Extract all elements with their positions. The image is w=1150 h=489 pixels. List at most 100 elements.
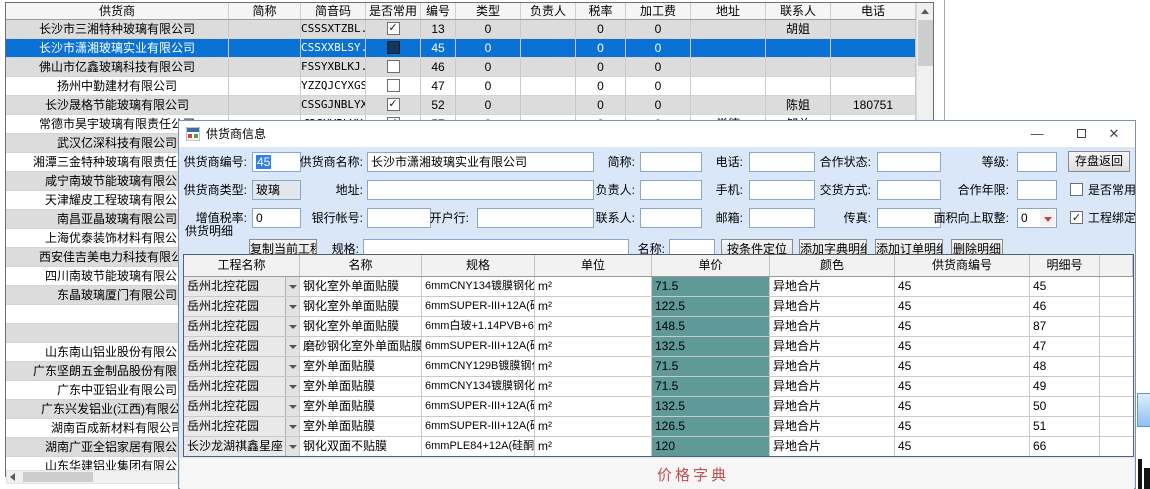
column-header[interactable]: 类型	[456, 3, 521, 19]
common-checkbox[interactable]: ✓	[387, 22, 400, 35]
address-input[interactable]	[367, 180, 594, 200]
detail-cell[interactable]: 岳州北控花园	[184, 317, 300, 336]
detail-cell: 47	[1030, 337, 1100, 356]
contact-input[interactable]	[640, 208, 702, 228]
detail-cell: 71.5	[652, 357, 770, 376]
detail-cell: 6mmSUPER-III+12A(硅...	[422, 297, 535, 316]
column-header[interactable]: 简称	[229, 3, 301, 19]
column-header[interactable]: 地址	[691, 3, 766, 19]
detail-column-header: 规格	[422, 255, 535, 276]
detail-cell	[1100, 297, 1133, 316]
detail-row[interactable]: 岳州北控花园磨砂钢化室外单面贴膜6mmSUPER-III+12A(硅...m²1…	[184, 337, 1133, 357]
column-header[interactable]: 联系人	[766, 3, 831, 19]
detail-cell: 87	[1030, 317, 1100, 336]
detail-cell[interactable]: 岳州北控花园	[184, 297, 300, 316]
chevron-down-icon[interactable]	[285, 337, 299, 356]
scrollbar-thumb[interactable]	[918, 20, 933, 66]
detail-cell: 132.5	[652, 337, 770, 356]
chevron-down-icon[interactable]	[285, 277, 299, 296]
detail-row[interactable]: 岳州北控花园室外单面贴膜6mmCNY129B镀膜钢化m²71.5异地合片4548	[184, 357, 1133, 377]
column-header[interactable]: 编号	[421, 3, 456, 19]
chevron-down-icon[interactable]	[285, 437, 299, 456]
column-header[interactable]: 是否常用	[366, 3, 421, 19]
price-dictionary-label: 价格字典	[657, 464, 729, 485]
detail-cell[interactable]: 岳州北控花园	[184, 417, 300, 436]
bank-account-input[interactable]	[367, 208, 431, 228]
area-round-combobox[interactable]: 0	[1017, 208, 1057, 228]
column-header[interactable]: 加工费	[626, 3, 691, 19]
chevron-down-icon[interactable]	[285, 357, 299, 376]
common-checkbox[interactable]	[387, 41, 400, 54]
column-header[interactable]: 简音码	[301, 3, 366, 19]
project-combo-value: 长沙龙湖祺鑫星座	[184, 437, 285, 456]
detail-cell[interactable]: 岳州北控花园	[184, 357, 300, 376]
detail-row[interactable]: 岳州北控花园室外单面贴膜6mmCNY134镀膜钢化m²71.5异地合片4549	[184, 377, 1133, 397]
column-header[interactable]: 税率	[576, 3, 626, 19]
close-button[interactable]: ✕	[1092, 121, 1136, 146]
manager-label: 负责人:	[587, 180, 635, 200]
detail-cell: 异地合片	[770, 337, 895, 356]
detail-cell[interactable]: 岳州北控花园	[184, 377, 300, 396]
common-checkbox[interactable]	[387, 79, 400, 92]
chevron-down-icon[interactable]	[285, 317, 299, 336]
scrollbar-thumb[interactable]	[23, 472, 93, 482]
chevron-down-icon[interactable]	[285, 297, 299, 316]
common-checkbox[interactable]: ✓	[387, 98, 400, 111]
short-name-input[interactable]	[640, 152, 702, 172]
supplier-name-input[interactable]: 长沙市潇湘玻璃实业有限公司	[367, 152, 594, 172]
supplier-row[interactable]: 长沙市三湘特种玻璃有限公司CSSSXTZBL..✓13000胡姐	[6, 20, 916, 39]
phone-input[interactable]	[749, 152, 815, 172]
save-return-button[interactable]: 存盘返回	[1068, 151, 1130, 172]
common-checkbox[interactable]	[387, 60, 400, 73]
is-common-checkbox[interactable]	[1070, 183, 1083, 196]
detail-column-header: 单位	[535, 255, 652, 276]
delivery-input[interactable]	[877, 180, 941, 200]
detail-row[interactable]: 长沙龙湖祺鑫星座钢化双面不贴膜6mmPLE84+12A(硅酮胶...m²120异…	[184, 437, 1133, 457]
detail-row[interactable]: 岳州北控花园室外单面贴膜6mmSUPER-III+12A(硅...m²132.5…	[184, 397, 1133, 417]
detail-row[interactable]: 岳州北控花园室外单面贴膜6mmSUPER-III+12A(硅...m²126.5…	[184, 417, 1133, 437]
column-header[interactable]: 供货商	[6, 3, 229, 19]
supplier-row[interactable]: 长沙市潇湘玻璃实业有限公司CSSXXBLSY..45000	[6, 39, 916, 58]
mobile-label: 手机:	[707, 180, 743, 200]
supplier-row[interactable]: 扬州中勤建材有限公司YZZQJCYXGS47000	[6, 77, 916, 96]
email-input[interactable]	[749, 208, 815, 228]
detail-cell[interactable]: 岳州北控花园	[184, 277, 300, 296]
selected-text: 45	[256, 155, 271, 169]
grade-input[interactable]	[1017, 152, 1057, 172]
detail-row[interactable]: 岳州北控花园钢化室外单面贴膜6mm白玻+1.14PVB+6mm...m²148.…	[184, 317, 1133, 337]
chevron-down-icon[interactable]	[285, 417, 299, 436]
column-header[interactable]: 电话	[831, 3, 916, 19]
supplier-cell: 0	[576, 58, 626, 76]
supplier-no-input[interactable]: 45	[252, 152, 301, 172]
bank-label: 开户行:	[423, 208, 469, 228]
dialog-title: 供货商信息	[206, 121, 266, 147]
chevron-down-icon[interactable]	[1040, 210, 1055, 226]
supplier-type-input[interactable]: 玻璃	[252, 180, 301, 200]
detail-cell[interactable]: 长沙龙湖祺鑫星座	[184, 437, 300, 456]
detail-row[interactable]: 岳州北控花园钢化室外单面贴膜6mmSUPER-III+12A(硅...m²122…	[184, 297, 1133, 317]
supplier-row[interactable]: 长沙晟格节能玻璃有限公司CSSGJNBLYXGS✓52000陈姐180751	[6, 96, 916, 115]
mobile-input[interactable]	[749, 180, 815, 200]
scroll-up-icon[interactable]	[917, 3, 933, 19]
coop-state-input[interactable]	[877, 152, 941, 172]
bank-input[interactable]	[477, 208, 594, 228]
column-header[interactable]: 负责人	[521, 3, 576, 19]
coop-years-input[interactable]	[1017, 180, 1057, 200]
project-bind-checkbox[interactable]: ✓	[1070, 211, 1083, 224]
detail-cell	[1100, 277, 1133, 296]
detail-cell: 室外单面贴膜	[300, 397, 422, 416]
detail-row[interactable]: 岳州北控花园钢化室外单面贴膜6mmCNY134镀膜钢化m²71.5异地合片454…	[184, 277, 1133, 297]
supplier-row[interactable]: 佛山市亿鑫玻璃科技有限公司FSSYXBLKJ..46000	[6, 58, 916, 77]
dialog-titlebar[interactable]: 供货商信息 — ✕	[179, 121, 1135, 147]
detail-cell[interactable]: 岳州北控花园	[184, 397, 300, 416]
detail-cell[interactable]: 岳州北控花园	[184, 337, 300, 356]
supplier-name-label: 供货商名称:	[297, 152, 363, 172]
chevron-down-icon[interactable]	[285, 377, 299, 396]
detail-cell	[1100, 417, 1133, 436]
detail-cell: 45	[895, 337, 1030, 356]
minimize-button[interactable]: —	[1015, 121, 1059, 146]
scroll-left-icon[interactable]	[7, 471, 22, 483]
manager-input[interactable]	[640, 180, 702, 200]
vat-input[interactable]: 0	[252, 208, 301, 228]
chevron-down-icon[interactable]	[285, 397, 299, 416]
